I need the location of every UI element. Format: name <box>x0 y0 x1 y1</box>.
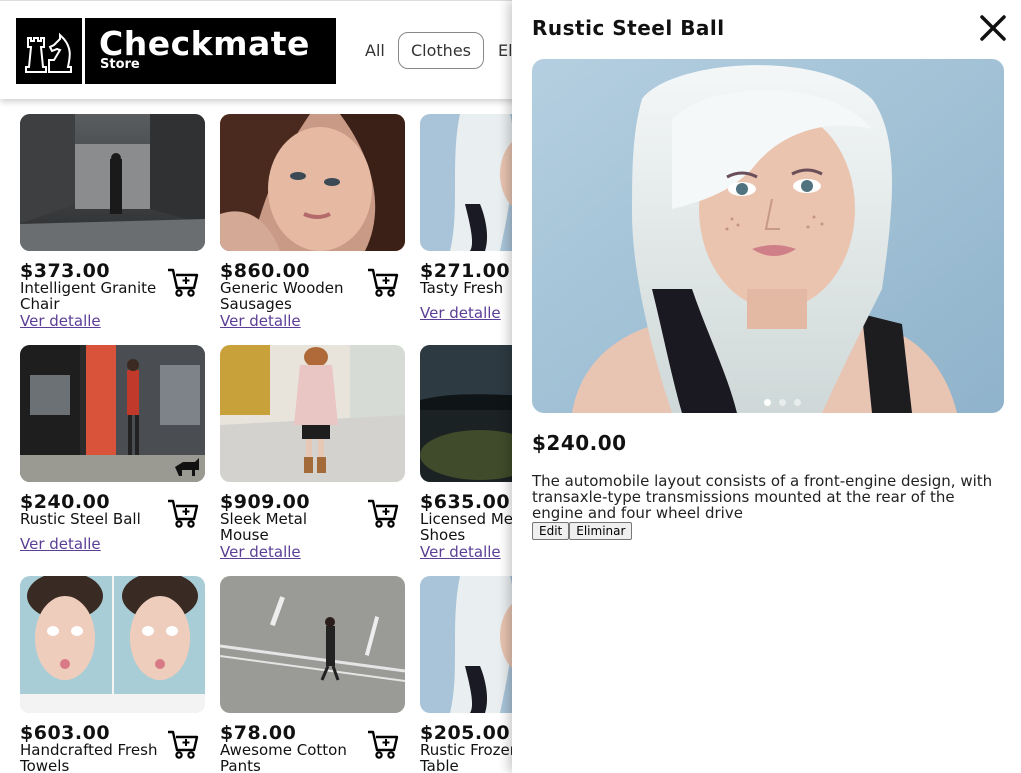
cart-plus-icon[interactable] <box>166 266 200 298</box>
product-image[interactable] <box>420 576 512 713</box>
cart-plus-icon[interactable] <box>166 497 200 529</box>
panel-description: The automobile layout consists of a fron… <box>532 472 993 522</box>
carousel-dot[interactable] <box>794 399 801 406</box>
product-card: $78.00 Awesome Cotton Pants <box>220 576 410 773</box>
nav-electronics[interactable]: El <box>498 41 513 60</box>
cart-plus-icon[interactable] <box>166 728 200 760</box>
carousel-indicators <box>764 399 801 406</box>
cart-plus-icon[interactable] <box>366 728 400 760</box>
logo-icon[interactable] <box>16 18 82 84</box>
carousel-dot[interactable] <box>779 399 786 406</box>
logo[interactable]: Checkmate Store <box>85 18 336 84</box>
delete-button[interactable]: Eliminar <box>569 522 633 540</box>
product-image[interactable] <box>20 114 205 251</box>
product-name: Rustic Frozen Table <box>420 741 512 773</box>
product-detail-panel: Rustic Steel Ball $240.00 The automobile… <box>512 0 1021 773</box>
product-detail-link[interactable]: Ver detalle <box>20 535 101 553</box>
product-card: $603.00 Handcrafted Fresh Towels <box>20 576 210 773</box>
product-detail-link[interactable]: Ver detalle <box>220 543 301 561</box>
product-card: $240.00 Rustic Steel Ball Ver detalle <box>20 345 210 565</box>
product-image[interactable] <box>220 114 405 251</box>
product-grid: $373.00 Intelligent Granite Chair Ver de… <box>0 99 512 773</box>
cart-plus-icon[interactable] <box>366 266 400 298</box>
product-name: Sleek Metal Mouse <box>220 510 308 544</box>
nav-clothes[interactable]: Clothes <box>398 32 484 69</box>
carousel-dot[interactable] <box>764 399 771 406</box>
product-image[interactable] <box>20 576 205 713</box>
product-image[interactable] <box>420 345 512 482</box>
product-card: $271.00 Tasty Fresh Ver detalle <box>420 114 512 334</box>
product-card: $205.00 Rustic Frozen Table <box>420 576 512 773</box>
product-card: $635.00 Licensed Metal Shoes Ver detalle <box>420 345 512 565</box>
cart-plus-icon[interactable] <box>366 497 400 529</box>
product-detail-link[interactable]: Ver detalle <box>420 543 501 561</box>
product-name: Handcrafted Fresh Towels <box>20 741 158 773</box>
product-name: Licensed Metal Shoes <box>420 510 512 544</box>
panel-product-image[interactable] <box>532 59 1004 413</box>
product-image[interactable] <box>20 345 205 482</box>
product-name: Intelligent Granite Chair <box>20 279 157 313</box>
panel-actions: Edit Eliminar <box>532 522 633 540</box>
panel-title: Rustic Steel Ball <box>532 16 725 40</box>
logo-subtitle: Store <box>100 57 140 72</box>
edit-button[interactable]: Edit <box>532 522 570 540</box>
product-name: Generic Wooden Sausages <box>220 279 344 313</box>
product-image[interactable] <box>220 576 405 713</box>
product-card: $909.00 Sleek Metal Mouse Ver detalle <box>220 345 410 565</box>
product-detail-link[interactable]: Ver detalle <box>420 304 501 322</box>
product-image[interactable] <box>220 345 405 482</box>
product-detail-link[interactable]: Ver detalle <box>220 312 301 330</box>
panel-price: $240.00 <box>532 431 627 455</box>
product-name: Tasty Fresh <box>420 279 504 297</box>
product-card: $373.00 Intelligent Granite Chair Ver de… <box>20 114 210 334</box>
product-card: $860.00 Generic Wooden Sausages Ver deta… <box>220 114 410 334</box>
product-name: Rustic Steel Ball <box>20 510 141 528</box>
product-image[interactable] <box>420 114 512 251</box>
product-name: Awesome Cotton Pants <box>220 741 347 773</box>
close-icon[interactable] <box>977 12 1009 44</box>
nav-all[interactable]: All <box>365 41 385 60</box>
product-detail-link[interactable]: Ver detalle <box>20 312 101 330</box>
